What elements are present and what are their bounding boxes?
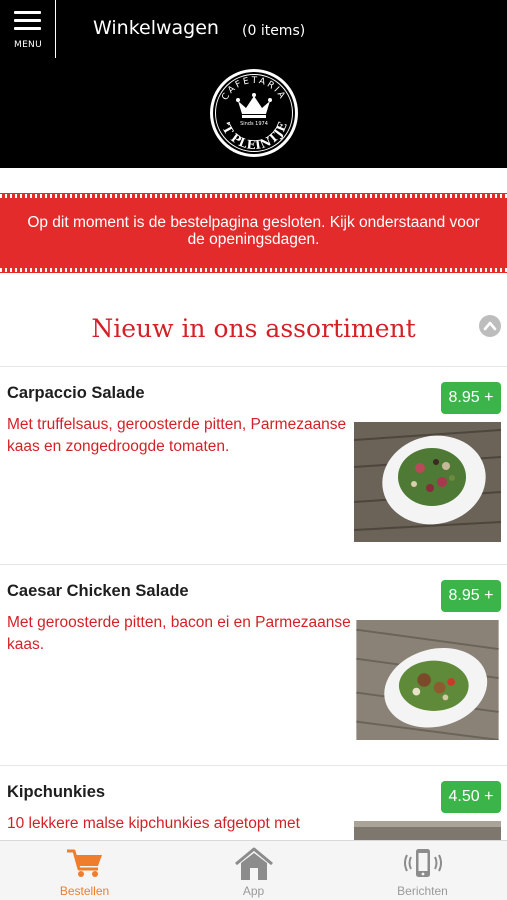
product-name: Carpaccio Salade — [7, 384, 145, 402]
collapse-section-button[interactable] — [479, 315, 501, 337]
bottom-tab-bar: Bestellen App Berichten — [0, 840, 507, 900]
cart-title[interactable]: Winkelwagen — [93, 17, 219, 39]
closed-banner: Op dit moment is de bestelpagina geslote… — [0, 193, 507, 273]
product-image — [354, 422, 501, 542]
product-item[interactable]: Caesar Chicken Salade 8.95 + Met geroost… — [0, 564, 507, 765]
cart-icon — [66, 849, 102, 877]
tab-label: Bestellen — [59, 884, 110, 898]
product-item[interactable]: Carpaccio Salade 8.95 + Met truffelsaus,… — [0, 366, 507, 564]
tab-bestellen[interactable]: Bestellen — [0, 841, 169, 900]
add-product-button[interactable]: 4.50 + — [441, 781, 501, 813]
menu-button[interactable]: MENU — [0, 0, 56, 58]
product-name: Caesar Chicken Salade — [7, 582, 189, 600]
product-description: Met truffelsaus, geroosterde pitten, Par… — [7, 416, 347, 455]
home-icon — [234, 847, 273, 880]
product-image — [354, 821, 501, 840]
product-image — [356, 620, 499, 740]
add-product-button[interactable]: 8.95 + — [441, 382, 501, 414]
cart-count[interactable]: (0 items) — [242, 23, 305, 39]
logo-since-text: Sinds 1974 — [240, 121, 268, 127]
tab-berichten[interactable]: Berichten — [338, 841, 507, 900]
product-name: Kipchunkies — [7, 783, 106, 801]
menu-label: MENU — [14, 40, 42, 50]
banner-perforation-top — [0, 194, 507, 198]
product-description: Met geroosterde pitten, bacon ei en Parm… — [7, 614, 351, 653]
phone-vibrate-icon — [403, 849, 442, 877]
chevron-up-icon — [483, 321, 497, 331]
product-item[interactable]: Kipchunkies 4.50 + 10 lekkere malse kipc… — [0, 765, 507, 840]
closed-message: Op dit moment is de bestelpagina geslote… — [27, 214, 480, 248]
product-description: 10 lekkere malse kipchunkies afgetopt me… — [7, 815, 300, 832]
tab-app[interactable]: App — [169, 841, 338, 900]
hamburger-icon — [14, 11, 41, 35]
section-title: Nieuw in ons assortiment — [91, 314, 416, 343]
banner-perforation-bottom — [0, 268, 507, 272]
cafetaria-logo: CAFETARIA Sinds 1974 'T PLEINTJE — [210, 69, 298, 157]
app-header: MENU Winkelwagen (0 items) CAFETARIA Sin… — [0, 0, 507, 168]
tab-label: Berichten — [397, 884, 448, 898]
tab-label: App — [242, 884, 265, 898]
add-product-button[interactable]: 8.95 + — [441, 580, 501, 612]
